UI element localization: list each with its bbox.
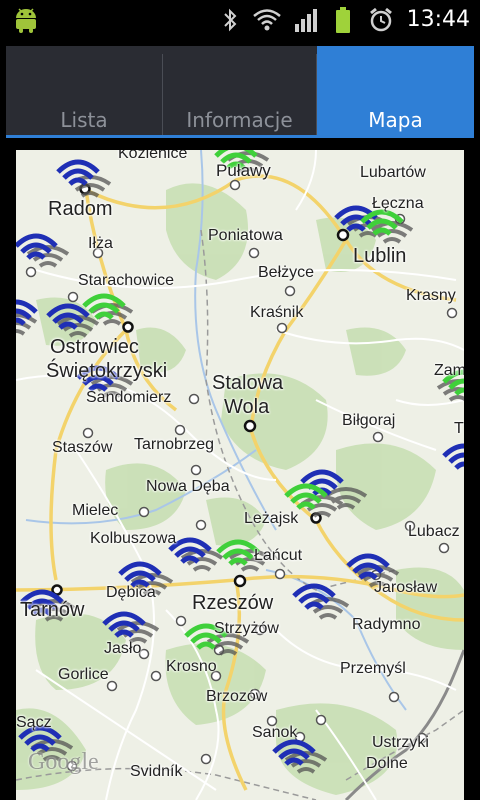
city-label: Lubacz [408, 523, 460, 540]
city-label: Łęczna [372, 195, 424, 212]
city-label: Ostrowiec [50, 336, 139, 358]
city-label: Sandomierz [86, 389, 172, 406]
city-label: Ustrzyki [372, 734, 429, 751]
tab-lista[interactable]: Lista [6, 46, 162, 138]
city-label: Starachowice [78, 272, 175, 289]
tab-informacje[interactable]: Informacje [163, 46, 316, 138]
city-label: Bełżyce [258, 264, 315, 281]
city-label: Zam [434, 362, 464, 379]
city-label: Puławy [216, 161, 271, 180]
tab-mapa[interactable]: Mapa [317, 46, 474, 138]
wifi-icon [253, 9, 281, 31]
city-label: Radom [48, 198, 113, 220]
city-label: Przemyśl [340, 660, 406, 677]
tab-label: Informacje [186, 108, 293, 132]
battery-icon [336, 7, 350, 33]
bluetooth-icon [224, 8, 237, 32]
city-label: Łańcut [254, 547, 303, 564]
city-label: Stalowa [212, 372, 284, 394]
city-label: Gorlice [58, 666, 109, 683]
city-label: Poniatowa [208, 227, 283, 244]
city-label: Kolbuszowa [90, 530, 177, 547]
city-label: Tarnobrzeg [134, 436, 215, 453]
city-label: Krasny [406, 287, 456, 304]
city-label: Tarnów [20, 599, 85, 621]
city-label: Biłgoraj [342, 412, 396, 429]
city-label: T [454, 420, 464, 437]
city-label: Brzozów [206, 688, 268, 705]
tab-label: Lista [60, 108, 108, 132]
google-logo: Google [28, 749, 99, 775]
city-label: Jarosław [374, 579, 438, 596]
city-label: Kraśnik [250, 304, 304, 321]
city-label: Jasło [104, 640, 142, 657]
signal-icon [295, 9, 317, 32]
city-label: Lubartów [360, 164, 426, 181]
city-label: Rzeszów [192, 592, 274, 614]
city-label: Iłża [88, 235, 113, 252]
city-label: Sanok [252, 724, 298, 741]
city-label: Dębica [106, 584, 156, 601]
city-label: Leżajsk [244, 510, 299, 527]
android-icon [16, 8, 36, 33]
tab-underline [6, 135, 474, 138]
city-label: Nowa Dęba [146, 478, 230, 495]
city-label: Staszów [52, 439, 113, 456]
city-label: Kozienice [118, 150, 188, 162]
city-label: Dolne [366, 755, 408, 772]
city-label: Mielec [72, 502, 119, 519]
city-label: Radymno [352, 616, 421, 633]
city-label: Wola [224, 396, 270, 418]
status-bar: 13:44 [0, 0, 480, 40]
alarm-icon [370, 7, 392, 32]
tab-bar: Lista Informacje Mapa [6, 46, 474, 138]
map-view[interactable]: Kozienice Puławy Lubartów Radom Łęczna I… [16, 150, 464, 800]
city-label: Sącz [16, 714, 52, 731]
city-label: Strzyżów [214, 620, 279, 637]
tab-label: Mapa [368, 108, 423, 132]
city-label: Lublin [353, 245, 407, 267]
city-label: Svidník [130, 763, 183, 780]
city-label: Krosno [166, 658, 217, 675]
city-label: Świętokrzyski [46, 360, 168, 382]
clock-time: 13:44 [406, 7, 470, 32]
